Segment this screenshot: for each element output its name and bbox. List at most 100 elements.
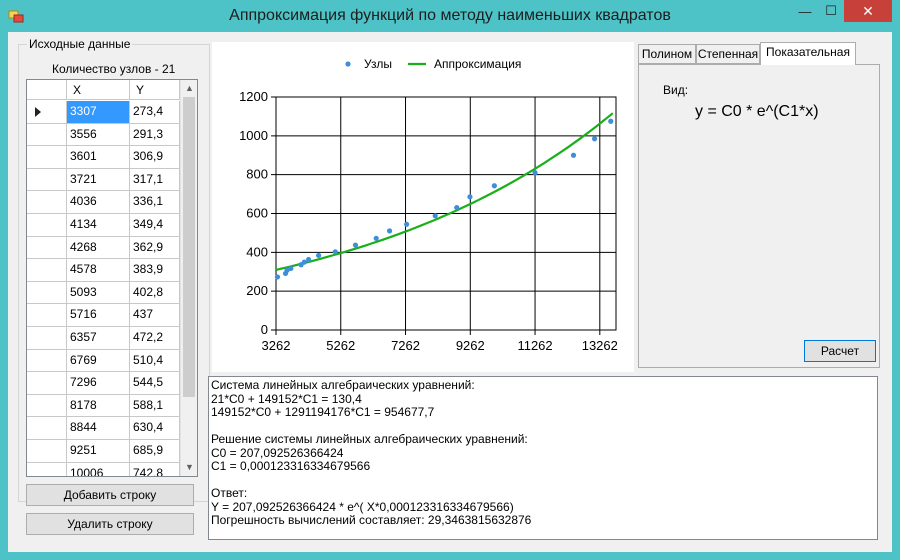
row-selector[interactable] — [27, 146, 67, 168]
row-selector[interactable] — [27, 281, 67, 304]
cell-x[interactable]: 10006 — [67, 462, 130, 476]
table-row[interactable]: 8178 588,1 — [27, 394, 180, 418]
data-grid[interactable]: X Y 3307 273,4 3556 291,3 3601 306,9 3721 317,1… — [26, 79, 198, 477]
tab-power[interactable]: Степенная — [696, 44, 760, 64]
row-selector[interactable] — [27, 101, 67, 123]
row-selector[interactable] — [27, 191, 67, 213]
row-selector[interactable] — [27, 349, 67, 372]
y-tick-label: 1200 — [239, 89, 268, 104]
cell-y[interactable]: 291,3 — [130, 123, 180, 146]
row-selector[interactable] — [27, 394, 67, 417]
cell-x[interactable]: 5093 — [67, 281, 130, 304]
cell-y[interactable]: 510,4 — [130, 349, 180, 372]
row-selector[interactable] — [27, 304, 67, 326]
table-row[interactable]: 4268 362,9 — [27, 236, 180, 260]
table-row[interactable]: 3721 317,1 — [27, 168, 180, 192]
table-row[interactable]: 3601 306,9 — [27, 146, 180, 169]
minimize-button[interactable]: — — [792, 0, 818, 22]
table-row[interactable]: 10006 742,8 — [27, 462, 180, 476]
data-point — [373, 235, 379, 241]
row-selector[interactable] — [27, 236, 67, 259]
output-line: 149152*C0 + 1291194176*C1 = 954677,7 — [211, 405, 435, 419]
cell-x[interactable]: 4268 — [67, 236, 130, 259]
cell-x[interactable]: 8844 — [67, 417, 130, 439]
title-bar[interactable]: Аппроксимация функций по методу наименьш… — [0, 0, 900, 32]
column-header-y[interactable]: Y — [130, 80, 180, 100]
data-point — [288, 265, 294, 272]
table-row[interactable]: 4578 383,9 — [27, 259, 180, 282]
cell-y[interactable]: 742,8 — [130, 462, 180, 476]
row-selector[interactable] — [27, 123, 67, 146]
table-row[interactable]: 5093 402,8 — [27, 281, 180, 305]
row-selector[interactable] — [27, 462, 67, 476]
cell-x[interactable]: 4036 — [67, 191, 130, 213]
data-point — [305, 256, 312, 263]
cell-x[interactable]: 8178 — [67, 394, 130, 417]
cell-x[interactable]: 3307 — [67, 101, 130, 123]
delete-row-button[interactable]: Удалить строку — [26, 513, 194, 535]
table-row[interactable]: 6357 472,2 — [27, 326, 180, 350]
row-selector[interactable] — [27, 372, 67, 394]
cell-y[interactable]: 544,5 — [130, 372, 180, 394]
cell-y[interactable]: 336,1 — [130, 191, 180, 213]
cell-y[interactable]: 306,9 — [130, 146, 180, 168]
scroll-up-icon[interactable]: ▲ — [181, 80, 197, 97]
cell-y[interactable]: 383,9 — [130, 259, 180, 281]
cell-x[interactable]: 6769 — [67, 349, 130, 372]
column-header-x[interactable]: X — [67, 80, 130, 100]
tab-polynomial[interactable]: Полином — [638, 44, 696, 64]
scroll-down-icon[interactable]: ▼ — [181, 459, 197, 476]
cell-y[interactable]: 349,4 — [130, 213, 180, 236]
output-line: Y = 207,092526366424 * e^( X*0,000123316… — [211, 499, 514, 514]
cell-x[interactable]: 3556 — [67, 123, 130, 146]
row-selector[interactable] — [27, 439, 67, 462]
table-row[interactable]: 8844 630,4 — [27, 417, 180, 440]
cell-x[interactable]: 7296 — [67, 372, 130, 394]
row-selector[interactable] — [27, 326, 67, 349]
data-point — [274, 274, 281, 280]
y-tick-label: 1000 — [239, 128, 268, 143]
table-row[interactable]: 4134 349,4 — [27, 213, 180, 237]
cell-x[interactable]: 5716 — [67, 304, 130, 326]
row-selector[interactable] — [27, 168, 67, 191]
output-line: 21*C0 + 149152*C1 = 130,4 — [211, 391, 362, 406]
cell-x[interactable]: 4578 — [67, 259, 130, 281]
table-row[interactable]: 3307 273,4 — [27, 101, 180, 124]
cell-x[interactable]: 9251 — [67, 439, 130, 462]
table-row[interactable]: 9251 685,9 — [27, 439, 180, 463]
cell-y[interactable]: 317,1 — [130, 168, 180, 191]
data-point — [467, 194, 473, 200]
cell-y[interactable]: 630,4 — [130, 417, 180, 439]
cell-y[interactable]: 588,1 — [130, 394, 180, 417]
table-row[interactable]: 7296 544,5 — [27, 372, 180, 395]
cell-y[interactable]: 362,9 — [130, 236, 180, 259]
formula-text: y = C0 * e^(C1*x) — [695, 103, 819, 120]
row-selector[interactable] — [27, 259, 67, 281]
table-row[interactable]: 5716 437 — [27, 304, 180, 327]
results-textbox[interactable]: Система линейных алгебраических уравнени… — [208, 376, 878, 540]
cell-x[interactable]: 3721 — [67, 168, 130, 191]
data-point — [532, 170, 538, 176]
y-tick-label: 0 — [261, 322, 268, 337]
cell-x[interactable]: 4134 — [67, 213, 130, 236]
cell-y[interactable]: 273,4 — [130, 101, 180, 123]
table-row[interactable]: 3556 291,3 — [27, 123, 180, 147]
table-row[interactable]: 4036 336,1 — [27, 191, 180, 214]
row-selector[interactable] — [27, 213, 67, 236]
maximize-button[interactable]: ☐ — [818, 0, 844, 22]
calculate-button[interactable]: Расчет — [804, 340, 876, 362]
close-button[interactable]: ✕ — [844, 0, 892, 22]
row-selector[interactable] — [27, 417, 67, 439]
cell-y[interactable]: 685,9 — [130, 439, 180, 462]
cell-x[interactable]: 3601 — [67, 146, 130, 168]
cell-y[interactable]: 402,8 — [130, 281, 180, 304]
cell-x[interactable]: 6357 — [67, 326, 130, 349]
data-point — [404, 221, 410, 227]
add-row-button[interactable]: Добавить строку — [26, 484, 194, 506]
cell-y[interactable]: 472,2 — [130, 326, 180, 349]
cell-y[interactable]: 437 — [130, 304, 180, 326]
scroll-thumb[interactable] — [183, 97, 195, 397]
table-row[interactable]: 6769 510,4 — [27, 349, 180, 373]
tab-exponential[interactable]: Показательная — [760, 42, 856, 65]
grid-scrollbar[interactable]: ▲ ▼ — [180, 80, 197, 476]
